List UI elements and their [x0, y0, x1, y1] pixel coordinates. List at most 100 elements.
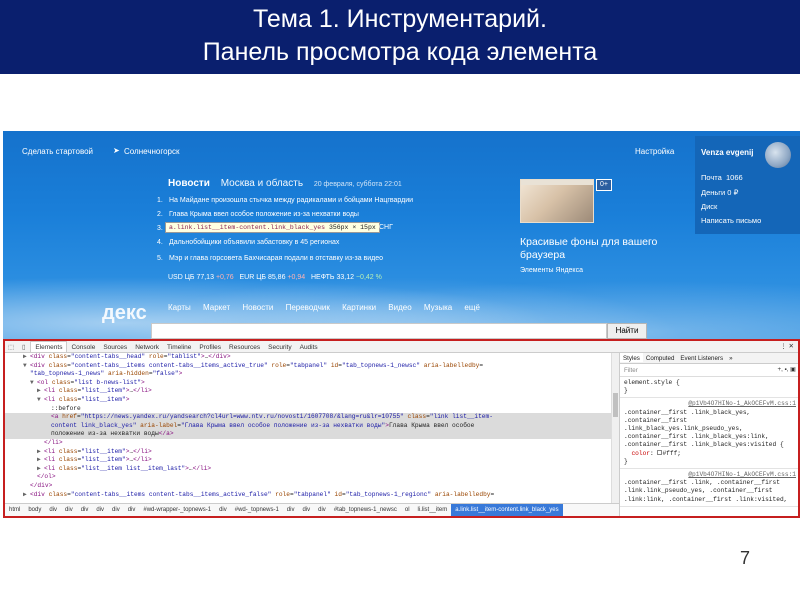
dom-node-line[interactable]: ▶ <li class="list__item list__item_last">… [5, 465, 611, 474]
devtools-tab-audits[interactable]: Audits [296, 342, 322, 353]
css-source-link[interactable]: @p1Vb4O7HINo-1_AkOCEFvM.css:1 [624, 400, 796, 408]
devtools-tab-sources[interactable]: Sources [99, 342, 131, 353]
news-link[interactable]: На Майдане произошла стычка между радика… [169, 197, 413, 204]
ad-title[interactable]: Красивые фоны для вашего браузера [520, 236, 660, 262]
dom-node-line[interactable]: ▶ <li class="list__item">…</li> [5, 387, 611, 396]
devtools-tab-network[interactable]: Network [131, 342, 163, 353]
collapse-right-icon[interactable]: ▶ [23, 491, 30, 500]
dom-node-line[interactable]: </li> [5, 439, 611, 448]
news-sng-link[interactable]: СНГ [379, 224, 393, 231]
css-rule[interactable]: @p1Vb4O7HINo-1_AkOCEFvM.css:1 .container… [620, 398, 798, 470]
styles-filter-input[interactable]: Filter +, ▪, ▣ [620, 364, 798, 377]
dom-node-line[interactable]: ▼ <li class="list__item"> [5, 396, 611, 405]
news-item[interactable]: 2. Глава Крыма ввел особое положение из-з… [157, 211, 359, 218]
ad-image[interactable] [520, 179, 594, 223]
user-name[interactable]: Venza evgenij [701, 148, 753, 157]
ad-subtitle[interactable]: Элементы Яндекса [520, 267, 583, 274]
devtools-tab-console[interactable]: Console [67, 342, 99, 353]
css-rule[interactable]: @p1Vb4O7HINo-1_AkOCEFvM.css:1 .container… [620, 469, 798, 507]
location-link[interactable]: Солнечногорск [124, 147, 180, 156]
eur-label[interactable]: EUR ЦБ [240, 274, 267, 281]
dom-node-line[interactable]: ▼ <ol class="list b-news-list"> [5, 379, 611, 388]
expand-down-icon[interactable]: ▼ [23, 362, 30, 371]
avatar[interactable] [765, 142, 791, 168]
nav-more[interactable]: ещё [464, 303, 479, 312]
breadcrumb-item[interactable]: div [298, 504, 314, 516]
dom-node-line[interactable]: ▶ <li class="list__item">…</li> [5, 448, 611, 457]
breadcrumb-item[interactable]: html [5, 504, 24, 516]
dom-node-line[interactable]: ▼ <div class="content-tabs__items content… [5, 362, 611, 371]
search-input[interactable] [151, 323, 607, 339]
tab-region[interactable]: Москва и область [221, 178, 303, 189]
nav-translate[interactable]: Переводчик [286, 303, 330, 312]
devtools-tab-timeline[interactable]: Timeline [163, 342, 195, 353]
breadcrumb-item[interactable]: #wd-_topnews-1 [231, 504, 283, 516]
news-link[interactable]: Глава Крыма ввел особое положение из-за … [169, 211, 359, 218]
inspect-icon[interactable]: ⬚ [8, 343, 14, 351]
breadcrumb-item[interactable]: div [61, 504, 77, 516]
make-home-link[interactable]: Сделать стартовой [22, 147, 93, 156]
settings-link[interactable]: Настройка [635, 147, 674, 156]
usd-label[interactable]: USD ЦБ [168, 274, 195, 281]
styles-tools[interactable]: +, ▪, ▣ [777, 366, 796, 373]
breadcrumb-item[interactable]: a.link.list__item-content.link_black_yes [451, 504, 563, 516]
device-mode-icon[interactable]: ▯ [22, 343, 26, 351]
element-style-rule[interactable]: element.style { } [620, 377, 798, 399]
expand-down-icon[interactable]: ▼ [37, 396, 44, 405]
expand-down-icon[interactable]: ▼ [30, 379, 37, 388]
nav-maps[interactable]: Карты [168, 303, 191, 312]
dom-node-line[interactable]: ▶ <div class="content-tabs__head" role="t… [5, 353, 611, 362]
nav-music[interactable]: Музыка [424, 303, 452, 312]
css-declaration[interactable]: color: #fff; [624, 450, 796, 458]
dom-node-line[interactable]: </ol> [5, 473, 611, 482]
breadcrumb-item[interactable]: #wd-wrapper-_topnews-1 [139, 504, 215, 516]
breadcrumb-item[interactable]: div [92, 504, 108, 516]
breadcrumb-item[interactable]: div [314, 504, 330, 516]
tab-computed[interactable]: Computed [643, 353, 678, 362]
tab-more[interactable]: » [726, 353, 735, 362]
disk-link[interactable]: Диск [701, 202, 717, 211]
news-link[interactable]: Мэр и глава горсовета Бахчисарая подали … [169, 255, 383, 262]
breadcrumb-item[interactable]: #tab_topnews-1_newsc [330, 504, 401, 516]
dom-node-line[interactable]: "tab_topnews-1_news" aria-hidden="false"… [5, 370, 611, 379]
nav-market[interactable]: Маркет [203, 303, 230, 312]
dom-node-line[interactable]: ::before [5, 405, 611, 414]
devtools-tab-resources[interactable]: Resources [225, 342, 264, 353]
nav-video[interactable]: Видео [388, 303, 411, 312]
breadcrumb-item[interactable]: div [77, 504, 93, 516]
devtools-tab-profiles[interactable]: Profiles [195, 342, 225, 353]
collapse-right-icon[interactable]: ▶ [37, 456, 44, 465]
breadcrumb-item[interactable]: div [45, 504, 61, 516]
breadcrumb-item[interactable]: div [124, 504, 140, 516]
breadcrumb-item[interactable]: div [108, 504, 124, 516]
dom-node-line[interactable]: положение из-за нехватки воды</a> [5, 430, 611, 439]
elements-scrollbar[interactable] [611, 353, 619, 503]
news-link[interactable]: Дальнобойщики объявили забастовку в 45 р… [169, 239, 339, 246]
nav-images[interactable]: Картинки [342, 303, 376, 312]
nav-news[interactable]: Новости [242, 303, 273, 312]
menu-icon[interactable]: ⋮ [780, 343, 787, 350]
breadcrumb-item[interactable]: body [24, 504, 45, 516]
breadcrumb-item[interactable]: div [283, 504, 299, 516]
money-link[interactable]: Деньги 0 ₽ [701, 188, 738, 197]
collapse-right-icon[interactable]: ▶ [37, 448, 44, 457]
breadcrumb-item[interactable]: div [215, 504, 231, 516]
breadcrumb-item[interactable]: ol [401, 504, 414, 516]
breadcrumb-item[interactable]: li.list__item [414, 504, 452, 516]
dom-node-line[interactable]: content link_black_yes" aria-label="Глав… [5, 421, 611, 431]
close-icon[interactable]: ✕ [789, 343, 794, 350]
dom-node-line[interactable]: <a href="https://news.yandex.ru/yandsear… [5, 413, 611, 422]
dom-node-line[interactable]: ▶ <div class="content-tabs__items content… [5, 491, 611, 500]
collapse-right-icon[interactable]: ▶ [37, 387, 44, 396]
news-item[interactable]: 1. На Майдане произошла стычка между ради… [157, 197, 413, 204]
collapse-right-icon[interactable]: ▶ [37, 465, 44, 474]
compose-mail-link[interactable]: Написать письмо [701, 216, 761, 225]
dom-node-line[interactable]: ▶ <li class="list__item">…</li> [5, 456, 611, 465]
search-button[interactable]: Найти [607, 323, 647, 339]
collapse-right-icon[interactable]: ▶ [23, 353, 30, 362]
tab-news[interactable]: Новости [168, 178, 210, 189]
mail-link[interactable]: Почта 1066 [701, 173, 743, 182]
oil-label[interactable]: НЕФТЬ [311, 274, 335, 281]
tab-styles[interactable]: Styles [620, 353, 643, 362]
dom-node-line[interactable]: </div> [5, 482, 611, 491]
